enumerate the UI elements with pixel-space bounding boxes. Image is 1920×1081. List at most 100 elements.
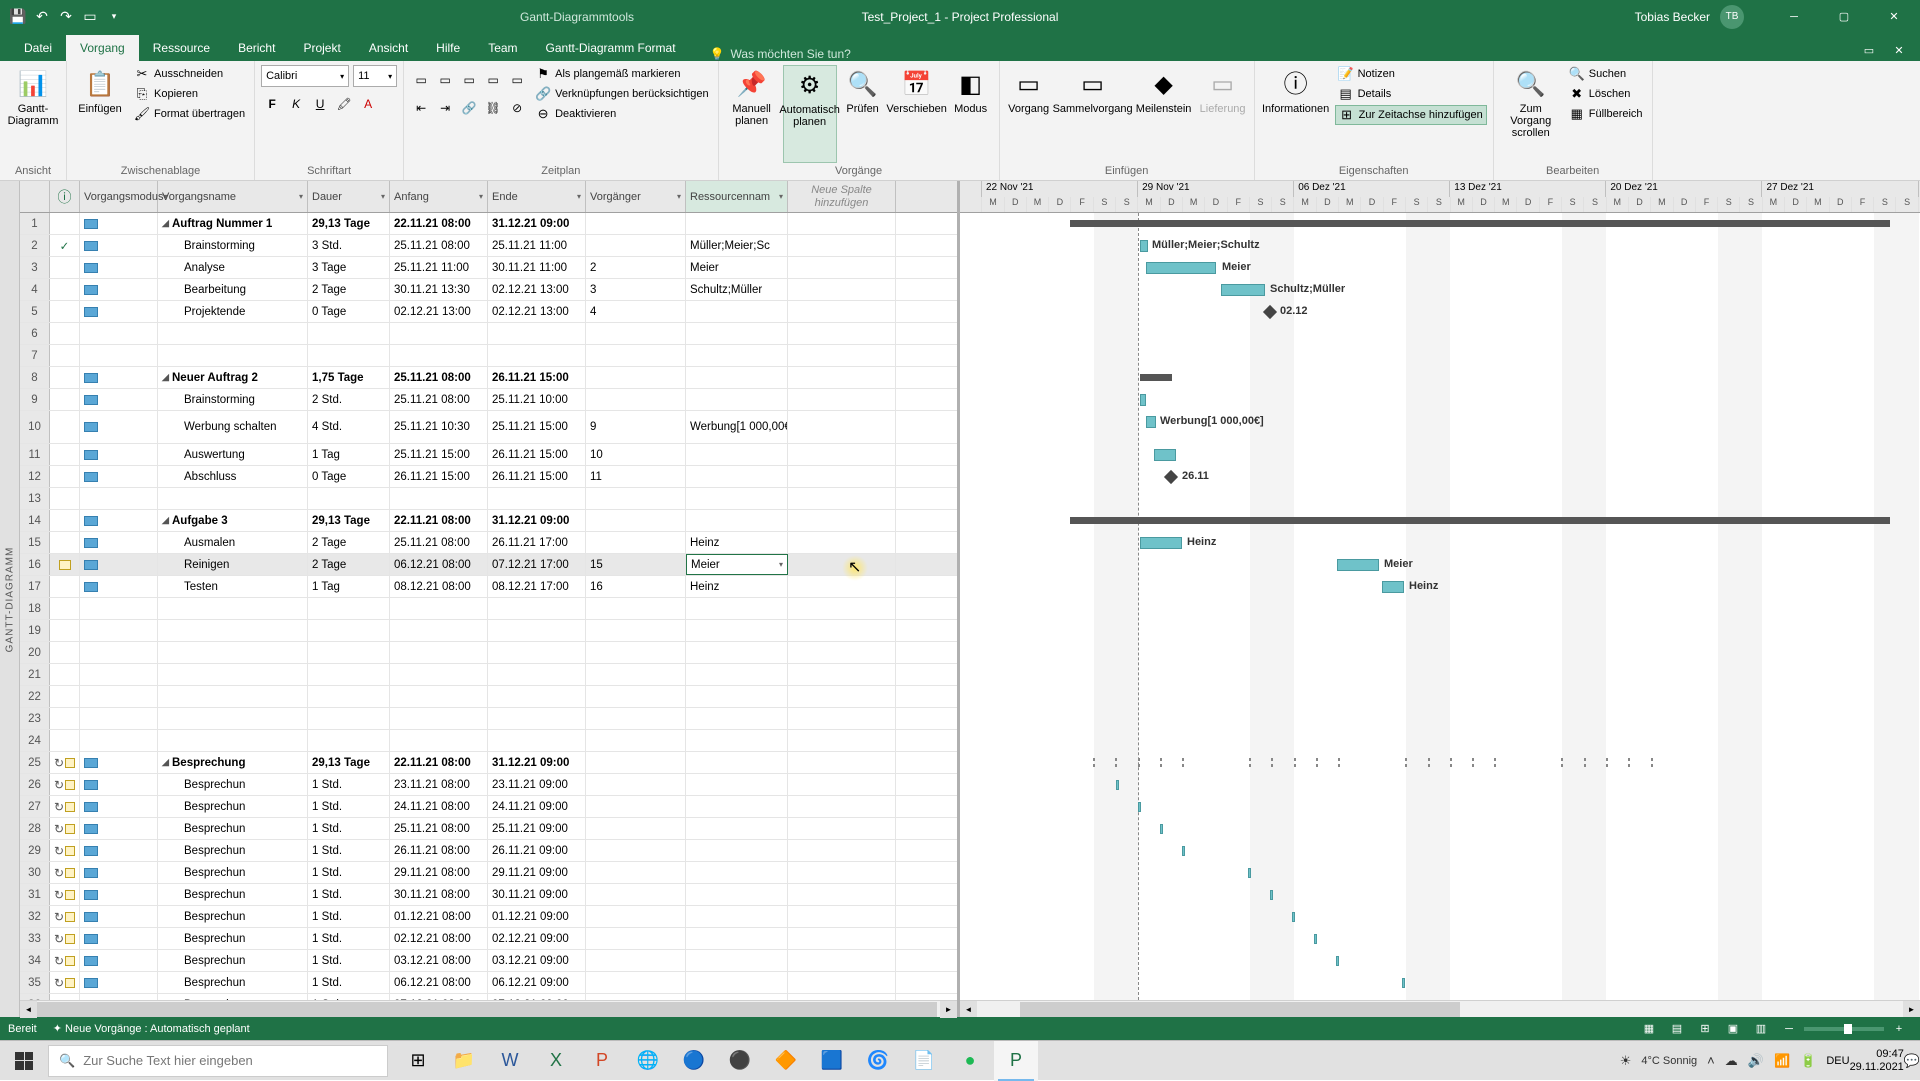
table-row[interactable]: 5Projektende0 Tage02.12.21 13:0002.12.21… <box>20 301 957 323</box>
table-row[interactable]: 34↻Besprechun1 Std.03.12.21 08:0003.12.2… <box>20 950 957 972</box>
tab-ressource[interactable]: Ressource <box>139 35 224 61</box>
redo-icon[interactable]: ↷ <box>58 9 74 25</box>
table-row[interactable]: 26↻Besprechun1 Std.23.11.21 08:0023.11.2… <box>20 774 957 796</box>
view-gantt-icon[interactable]: ▦ <box>1636 1019 1662 1039</box>
obs-icon[interactable]: ⚫ <box>718 1041 762 1081</box>
table-row[interactable]: 18 <box>20 598 957 620</box>
table-row[interactable]: 35↻Besprechun1 Std.06.12.21 08:0006.12.2… <box>20 972 957 994</box>
tray-expand-icon[interactable]: ˄ <box>1707 1053 1715 1068</box>
pct0-icon[interactable]: ▭ <box>410 69 432 91</box>
notes-button[interactable]: 📝Notizen <box>1335 65 1487 83</box>
gantt-scroll-left-icon[interactable]: ◄ <box>960 1001 977 1018</box>
doc-icon[interactable]: ▭ <box>82 9 98 25</box>
user-name[interactable]: Tobias Becker <box>1635 10 1710 24</box>
auto-schedule-button[interactable]: ⚙Automatisch planen <box>783 65 837 163</box>
powerpoint-icon[interactable]: P <box>580 1041 624 1081</box>
pct25-icon[interactable]: ▭ <box>434 69 456 91</box>
gantt-hscroll[interactable]: ◄ ► <box>960 1000 1920 1017</box>
table-row[interactable]: 12Abschluss0 Tage26.11.21 15:0026.11.21 … <box>20 466 957 488</box>
tab-format[interactable]: Gantt-Diagramm Format <box>532 35 690 61</box>
table-row[interactable]: 13 <box>20 488 957 510</box>
close-button[interactable]: ✕ <box>1874 0 1914 33</box>
fill-button[interactable]: ▦Füllbereich <box>1566 105 1646 123</box>
respect-links-button[interactable]: 🔗Verknüpfungen berücksichtigen <box>532 85 712 103</box>
deactivate-button[interactable]: ⊖Deaktivieren <box>532 105 712 123</box>
qat-more-icon[interactable]: ▾ <box>106 9 122 25</box>
split-icon[interactable]: ⊘ <box>506 97 528 119</box>
link-icon[interactable]: 🔗 <box>458 97 480 119</box>
table-row[interactable]: 10Werbung schalten4 Std.25.11.21 10:3025… <box>20 411 957 444</box>
table-row[interactable]: 20 <box>20 642 957 664</box>
notepad-icon[interactable]: 📄 <box>902 1041 946 1081</box>
col-dur-header[interactable]: Dauer▾ <box>308 181 390 212</box>
scroll-left-icon[interactable]: ◄ <box>20 1001 37 1018</box>
table-row[interactable]: 21 <box>20 664 957 686</box>
zoom-out-icon[interactable]: ─ <box>1776 1019 1802 1039</box>
task-info-button[interactable]: ⓘInformationen <box>1261 65 1331 163</box>
language-indicator[interactable]: DEU <box>1826 1055 1849 1067</box>
table-row[interactable]: 11Auswertung1 Tag25.11.21 15:0026.11.21 … <box>20 444 957 466</box>
italic-button[interactable]: K <box>285 93 307 115</box>
view-side-tab[interactable]: GANTT-DIAGRAMM <box>0 181 20 1017</box>
battery-icon[interactable]: 🔋 <box>1800 1053 1816 1069</box>
highlight-color-icon[interactable]: 🖍 <box>333 93 355 115</box>
insert-summary-button[interactable]: ▭Sammelvorgang <box>1056 65 1130 163</box>
manual-schedule-button[interactable]: 📌Manuell planen <box>725 65 779 163</box>
col-info-header[interactable]: ⓘ <box>50 181 80 212</box>
pct100-icon[interactable]: ▭ <box>506 69 528 91</box>
insert-deliverable-button[interactable]: ▭Lieferung <box>1198 65 1248 163</box>
col-pred-header[interactable]: Vorgänger▾ <box>586 181 686 212</box>
col-rownum-header[interactable] <box>20 181 50 212</box>
mode-button[interactable]: ◧Modus <box>949 65 993 163</box>
clear-button[interactable]: ✖Löschen <box>1566 85 1646 103</box>
taskbar-search[interactable]: 🔍 Zur Suche Text hier eingeben <box>48 1045 388 1077</box>
table-row[interactable]: 33↻Besprechun1 Std.02.12.21 08:0002.12.2… <box>20 928 957 950</box>
taskview-icon[interactable]: ⊞ <box>396 1041 440 1081</box>
maximize-button[interactable]: ▢ <box>1824 0 1864 33</box>
table-row[interactable]: 24 <box>20 730 957 752</box>
table-row[interactable]: 22 <box>20 686 957 708</box>
table-row[interactable]: 4Bearbeitung2 Tage30.11.21 13:3002.12.21… <box>20 279 957 301</box>
inspect-button[interactable]: 🔍Prüfen <box>841 65 885 163</box>
gantt-body[interactable]: Müller;Meier;SchultzMeierSchultz;Müller0… <box>960 213 1920 1000</box>
table-row[interactable]: 30↻Besprechun1 Std.29.11.21 08:0029.11.2… <box>20 862 957 884</box>
table-row[interactable]: 3Analyse3 Tage25.11.21 11:0030.11.21 11:… <box>20 257 957 279</box>
col-res-header[interactable]: Ressourcennam▾ <box>686 181 788 212</box>
table-row[interactable]: 29↻Besprechun1 Std.26.11.21 08:0026.11.2… <box>20 840 957 862</box>
paste-button[interactable]: 📋 Einfügen <box>73 65 127 163</box>
browser-icon[interactable]: 🌀 <box>856 1041 900 1081</box>
font-size-combo[interactable]: 11▾ <box>353 65 397 87</box>
scroll-right-icon[interactable]: ► <box>940 1001 957 1018</box>
col-name-header[interactable]: Vorgangsname▾ <box>158 181 308 212</box>
grid-hscroll[interactable]: ◄ ► <box>20 1000 957 1017</box>
cut-button[interactable]: ✂Ausschneiden <box>131 65 248 83</box>
table-row[interactable]: 23 <box>20 708 957 730</box>
scroll-to-task-button[interactable]: 🔍Zum Vorgang scrollen <box>1500 65 1562 163</box>
weather-text[interactable]: 4°C Sonnig <box>1641 1055 1697 1067</box>
pct75-icon[interactable]: ▭ <box>482 69 504 91</box>
table-row[interactable]: 31↻Besprechun1 Std.30.11.21 08:0030.11.2… <box>20 884 957 906</box>
gantt-timescale[interactable]: 22 Nov '2129 Nov '2106 Dez '2113 Dez '21… <box>960 181 1920 213</box>
table-row[interactable]: 17Testen1 Tag08.12.21 08:0008.12.21 17:0… <box>20 576 957 598</box>
view-usage-icon[interactable]: ▤ <box>1664 1019 1690 1039</box>
col-start-header[interactable]: Anfang▾ <box>390 181 488 212</box>
start-button[interactable] <box>0 1041 48 1081</box>
grid-body[interactable]: 1◢ Auftrag Nummer 129,13 Tage22.11.21 08… <box>20 213 957 1000</box>
app1-icon[interactable]: 🔶 <box>764 1041 808 1081</box>
ribbon-close-icon[interactable]: ✕ <box>1886 39 1912 61</box>
tab-vorgang[interactable]: Vorgang <box>66 35 139 61</box>
weather-icon[interactable]: ☀ <box>1620 1053 1632 1069</box>
table-row[interactable]: 25↻◢ Besprechung29,13 Tage22.11.21 08:00… <box>20 752 957 774</box>
tell-me-search[interactable]: 💡 Was möchten Sie tun? <box>710 47 851 61</box>
zoom-in-icon[interactable]: + <box>1886 1019 1912 1039</box>
explorer-icon[interactable]: 📁 <box>442 1041 486 1081</box>
col-new-header[interactable]: Neue Spalte hinzufügen <box>788 181 896 212</box>
word-icon[interactable]: W <box>488 1041 532 1081</box>
volume-icon[interactable]: 🔊 <box>1748 1053 1764 1069</box>
app2-icon[interactable]: 🟦 <box>810 1041 854 1081</box>
bold-button[interactable]: F <box>261 93 283 115</box>
table-row[interactable]: 32↻Besprechun1 Std.01.12.21 08:0001.12.2… <box>20 906 957 928</box>
user-avatar[interactable]: TB <box>1720 5 1744 29</box>
onedrive-icon[interactable]: ☁ <box>1725 1053 1738 1069</box>
move-button[interactable]: 📅Verschieben <box>889 65 945 163</box>
